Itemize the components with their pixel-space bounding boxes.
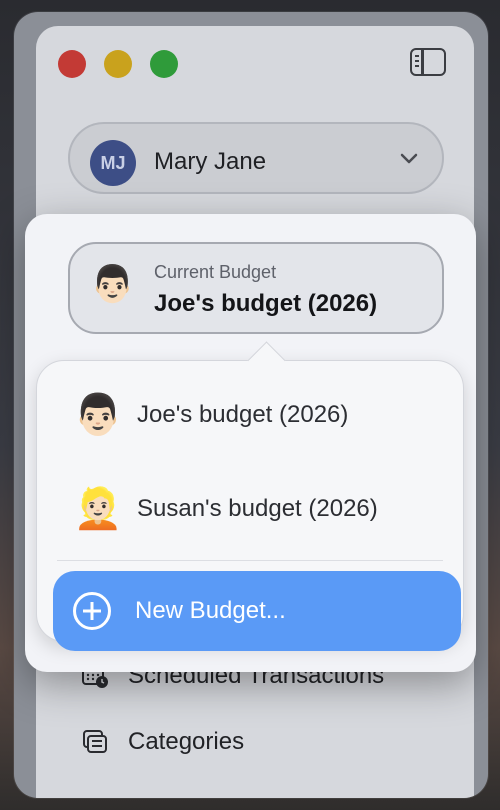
man-face-icon: 👨🏻 <box>73 393 123 437</box>
close-window-button[interactable] <box>58 50 86 78</box>
person-face-icon: 👱🏻 <box>73 487 123 531</box>
plus-circle-icon <box>73 592 111 630</box>
current-budget-title: Joe's budget (2026) <box>154 290 378 317</box>
budget-option-label: Joe's budget (2026) <box>137 401 349 428</box>
menu-separator <box>57 560 443 561</box>
sidebar-item-label: Categories <box>128 728 245 755</box>
man-face-icon: 👨🏻 <box>90 263 135 304</box>
chevron-down-icon <box>400 152 418 170</box>
dropdown-arrow <box>247 341 286 380</box>
account-selector[interactable]: MJ Mary Jane <box>68 122 444 194</box>
account-name: Mary Jane <box>154 148 267 175</box>
budget-option-joe[interactable]: 👨🏻 Joe's budget (2026) <box>73 395 348 435</box>
zoom-window-button[interactable] <box>150 50 178 78</box>
new-budget-label: New Budget... <box>135 597 286 624</box>
new-budget-button[interactable]: New Budget... <box>53 571 461 651</box>
sidebar-item-categories[interactable]: Categories <box>80 728 244 756</box>
budget-option-susan[interactable]: 👱🏻 Susan's budget (2026) <box>73 489 378 529</box>
budget-option-label: Susan's budget (2026) <box>137 495 378 522</box>
current-budget-label: Current Budget <box>154 262 277 282</box>
budget-dropdown-menu: 👨🏻 Joe's budget (2026) 👱🏻 Susan's budget… <box>36 341 464 651</box>
sidebar-toggle-icon[interactable] <box>410 48 446 76</box>
categories-icon <box>80 729 110 755</box>
minimize-window-button[interactable] <box>104 50 132 78</box>
current-budget-button[interactable]: 👨🏻 Current Budget Joe's budget (2026) <box>68 242 444 334</box>
budget-popover: 👨🏻 Current Budget Joe's budget (2026) 👨🏻… <box>25 214 476 672</box>
avatar: MJ <box>90 140 136 186</box>
